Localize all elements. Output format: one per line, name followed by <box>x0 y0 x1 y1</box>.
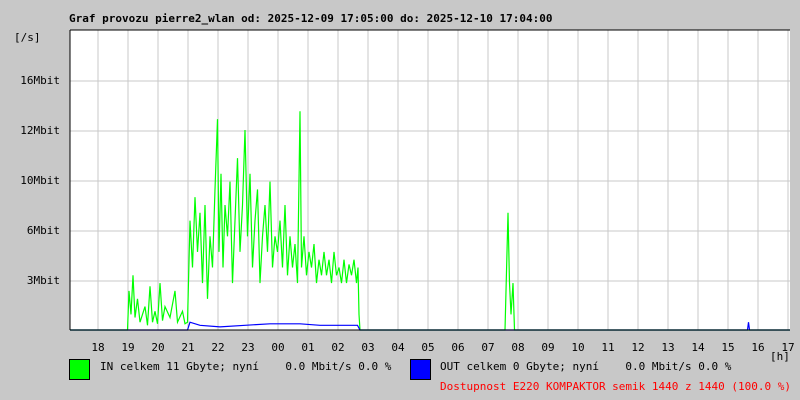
x-tick-label: 18 <box>91 341 105 354</box>
x-tick-label: 08 <box>511 341 525 354</box>
x-tick-label: 07 <box>481 341 495 354</box>
x-tick-label: 12 <box>631 341 645 354</box>
x-tick-label: 22 <box>211 341 225 354</box>
plot-area <box>70 30 790 330</box>
x-tick-label: 03 <box>361 341 375 354</box>
x-tick-label: 14 <box>691 341 705 354</box>
availability-text: Dostupnost E220 KOMPAKTOR semik 1440 z 1… <box>440 380 791 393</box>
x-tick-label: 10 <box>571 341 585 354</box>
x-tick-label: 01 <box>301 341 315 354</box>
y-tick-label: 12Mbit <box>20 124 60 137</box>
x-tick-label: 09 <box>541 341 555 354</box>
x-tick-label: 19 <box>121 341 135 354</box>
legend-out-swatch <box>410 359 431 380</box>
y-tick-label: 3Mbit <box>26 274 60 287</box>
x-tick-label: 21 <box>181 341 195 354</box>
x-tick-label: 06 <box>451 341 465 354</box>
x-tick-label: 11 <box>601 341 615 354</box>
y-tick-label: 10Mbit <box>20 174 60 187</box>
legend-in-swatch <box>69 359 90 380</box>
x-tick-label: 02 <box>331 341 345 354</box>
legend-out-text: OUT celkem 0 Gbyte; nyní 0.0 Mbit/s 0.0 … <box>440 360 732 373</box>
traffic-chart <box>69 29 790 331</box>
x-tick-label: 04 <box>391 341 405 354</box>
x-axis-unit: [h] <box>770 350 790 363</box>
x-tick-label: 15 <box>721 341 735 354</box>
x-tick-label: 13 <box>661 341 675 354</box>
x-tick-label: 05 <box>421 341 435 354</box>
x-tick-label: 23 <box>241 341 255 354</box>
x-tick-label: 16 <box>751 341 765 354</box>
legend-in-text: IN celkem 11 Gbyte; nyní 0.0 Mbit/s 0.0 … <box>100 360 392 373</box>
y-tick-label: 16Mbit <box>20 74 60 87</box>
x-tick-label: 00 <box>271 341 285 354</box>
x-tick-label: 20 <box>151 341 165 354</box>
y-tick-label: 6Mbit <box>26 224 60 237</box>
